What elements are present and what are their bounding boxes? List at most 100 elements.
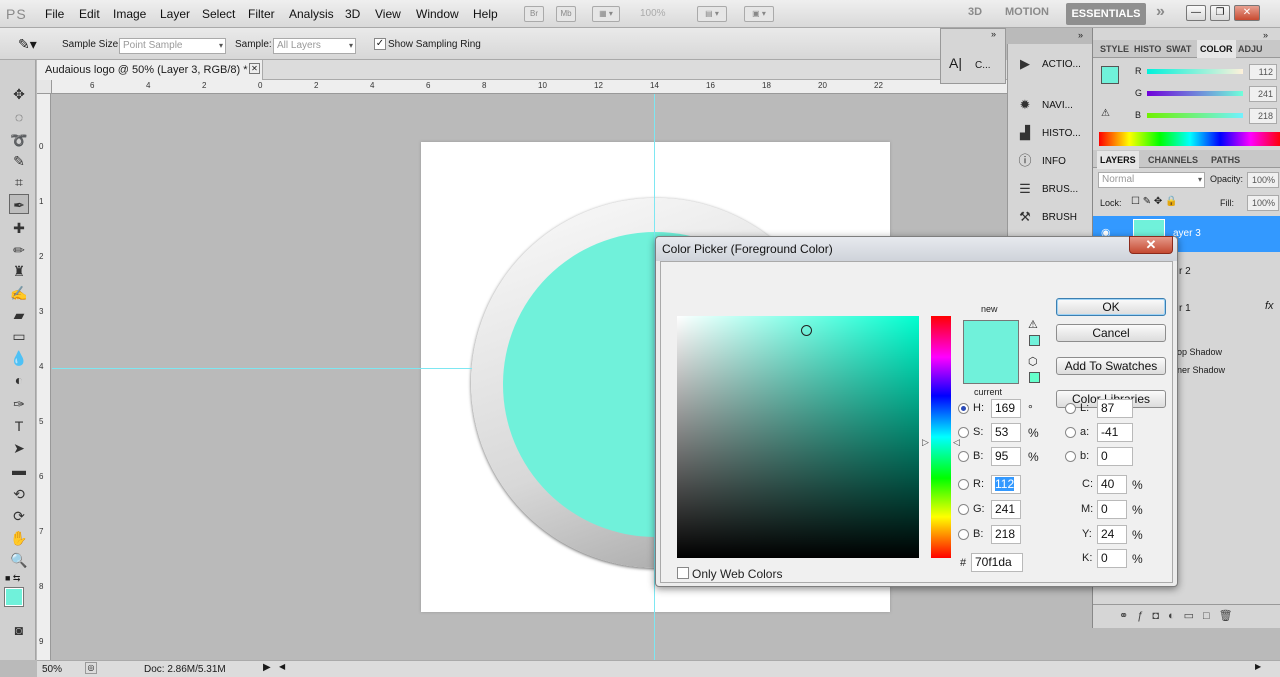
k-field[interactable]: 0: [1097, 549, 1127, 568]
panel-histogram[interactable]: ▟ HISTO...: [1016, 122, 1094, 146]
ok-button[interactable]: OK: [1056, 298, 1166, 316]
document-tab[interactable]: Audaious logo @ 50% (Layer 3, RGB/8) * ✕: [37, 60, 263, 80]
swap-colors-icon[interactable]: ■ ⇆: [5, 573, 20, 584]
color-field[interactable]: [677, 316, 919, 558]
out-of-gamut-warning-icon[interactable]: ⚠: [1028, 318, 1038, 331]
color-panel-foreground-swatch[interactable]: [1101, 66, 1119, 84]
fill-value[interactable]: 100%: [1247, 195, 1279, 211]
expand-dock-icon[interactable]: »: [991, 29, 996, 39]
h-field[interactable]: 169: [991, 399, 1021, 418]
gamut-color-swatch[interactable]: [1029, 335, 1040, 346]
menu-3d[interactable]: 3D: [345, 7, 360, 21]
tab-layers[interactable]: LAYERS: [1097, 151, 1139, 169]
current-color-swatch[interactable]: [963, 352, 1019, 384]
gradient-tool-icon[interactable]: ▭: [9, 326, 29, 346]
character-icon[interactable]: A|: [949, 55, 962, 71]
dodge-tool-icon[interactable]: ◐: [9, 370, 29, 390]
history-brush-tool-icon[interactable]: ✍: [9, 283, 29, 303]
extras-button[interactable]: ▦ ▾: [592, 6, 620, 22]
b-radio[interactable]: [958, 451, 969, 462]
zoom-level[interactable]: 100%: [640, 8, 666, 19]
g-radio[interactable]: [958, 504, 969, 515]
move-tool-icon[interactable]: ✥: [9, 84, 29, 104]
quick-mask-icon[interactable]: ◙: [9, 620, 29, 640]
h-radio[interactable]: [958, 403, 969, 414]
menu-window[interactable]: Window: [416, 7, 459, 21]
panel-brush[interactable]: ⚒ BRUSH: [1016, 206, 1094, 230]
hand-tool-icon[interactable]: ✋: [9, 528, 29, 548]
type-tool-icon[interactable]: T: [9, 416, 29, 436]
color-g-value[interactable]: 241: [1249, 86, 1277, 102]
tab-color[interactable]: COLOR: [1197, 40, 1236, 58]
menu-image[interactable]: Image: [113, 7, 146, 21]
color-field-cursor[interactable]: [801, 325, 812, 336]
l-field[interactable]: 87: [1097, 399, 1133, 418]
show-ring-checkbox[interactable]: ✓: [374, 38, 386, 50]
rgb-b-field[interactable]: 218: [991, 525, 1021, 544]
brush-tool-icon[interactable]: ✏: [9, 240, 29, 260]
status-zoom[interactable]: 50%: [42, 664, 62, 675]
a-field[interactable]: -41: [1097, 423, 1133, 442]
layer-name[interactable]: r 2: [1179, 266, 1191, 277]
workspace-essentials[interactable]: ESSENTIALS: [1066, 3, 1146, 25]
menu-filter[interactable]: Filter: [248, 7, 275, 21]
fx-icon[interactable]: fx: [1265, 300, 1274, 312]
mini-bridge-button[interactable]: Mb: [556, 6, 576, 22]
marquee-tool-icon[interactable]: ◌: [9, 107, 29, 127]
menu-help[interactable]: Help: [473, 7, 498, 21]
color-r-value[interactable]: 112: [1249, 64, 1277, 80]
web-safe-color-swatch[interactable]: [1029, 372, 1040, 383]
vertical-ruler[interactable]: 0 1 2 3 4 5 6 7 8 9: [37, 94, 51, 660]
path-select-tool-icon[interactable]: ➤: [9, 438, 29, 458]
lab-b-field[interactable]: 0: [1097, 447, 1133, 466]
3d-orbit-tool-icon[interactable]: ⟳: [9, 506, 29, 526]
menu-edit[interactable]: Edit: [79, 7, 100, 21]
menu-view[interactable]: View: [375, 7, 401, 21]
layers-footer-buttons[interactable]: ⚭ƒ◘◐▭□🗑: [1093, 604, 1280, 626]
collapsed-panel-label[interactable]: C...: [975, 60, 991, 71]
menu-file[interactable]: File: [45, 7, 64, 21]
maximize-button[interactable]: ❐: [1210, 5, 1230, 21]
blend-mode-select[interactable]: Normal ▾: [1098, 172, 1205, 188]
lasso-tool-icon[interactable]: ➰: [9, 130, 29, 150]
minimize-button[interactable]: —: [1186, 5, 1206, 21]
close-tab-icon[interactable]: ✕: [249, 63, 260, 74]
sample-select[interactable]: All Layers ▾: [273, 38, 356, 54]
workspace-motion[interactable]: MOTION: [1005, 6, 1049, 18]
r-radio[interactable]: [958, 479, 969, 490]
panel-navigator[interactable]: ✹ NAVI...: [1016, 94, 1094, 118]
bridge-button[interactable]: Br: [524, 6, 544, 22]
rgb-b-radio[interactable]: [958, 529, 969, 540]
menu-analysis[interactable]: Analysis: [289, 7, 334, 21]
3d-rotate-tool-icon[interactable]: ⟲: [9, 484, 29, 504]
arrange-docs-button[interactable]: ▤ ▾: [697, 6, 727, 22]
menu-layer[interactable]: Layer: [160, 7, 190, 21]
scroll-right-icon[interactable]: ▶: [1255, 662, 1261, 671]
web-safe-warning-icon[interactable]: ⬡: [1028, 355, 1038, 368]
scroll-left-icon[interactable]: ◀: [279, 662, 285, 671]
tab-channels[interactable]: CHANNELS: [1145, 151, 1201, 169]
y-field[interactable]: 24: [1097, 525, 1127, 544]
dialog-close-button[interactable]: ✕: [1129, 236, 1173, 254]
foreground-color-swatch[interactable]: [4, 587, 24, 607]
eyedropper-tool-icon[interactable]: ✒: [9, 194, 29, 214]
quick-select-tool-icon[interactable]: ✎: [9, 151, 29, 171]
hue-slider[interactable]: [931, 316, 951, 558]
status-menu-arrow-icon[interactable]: ▶: [263, 662, 271, 673]
color-b-value[interactable]: 218: [1249, 108, 1277, 124]
tab-adjustments[interactable]: ADJU: [1235, 40, 1266, 58]
l-radio[interactable]: [1065, 403, 1076, 414]
layer-name[interactable]: r 1: [1179, 303, 1191, 314]
close-window-button[interactable]: ✕: [1234, 5, 1260, 21]
panel-info[interactable]: ⓘ INFO: [1016, 150, 1094, 174]
healing-tool-icon[interactable]: ✚: [9, 218, 29, 238]
b-field[interactable]: 95: [991, 447, 1021, 466]
color-ramp[interactable]: [1099, 132, 1280, 146]
eyedropper-icon[interactable]: ✎▾: [18, 36, 37, 53]
tab-styles[interactable]: STYLE: [1097, 40, 1132, 58]
s-radio[interactable]: [958, 427, 969, 438]
crop-tool-icon[interactable]: ⌗: [9, 172, 29, 192]
c-field[interactable]: 40: [1097, 475, 1127, 494]
expand-dock-icon[interactable]: »: [1078, 30, 1083, 40]
lab-b-radio[interactable]: [1065, 451, 1076, 462]
